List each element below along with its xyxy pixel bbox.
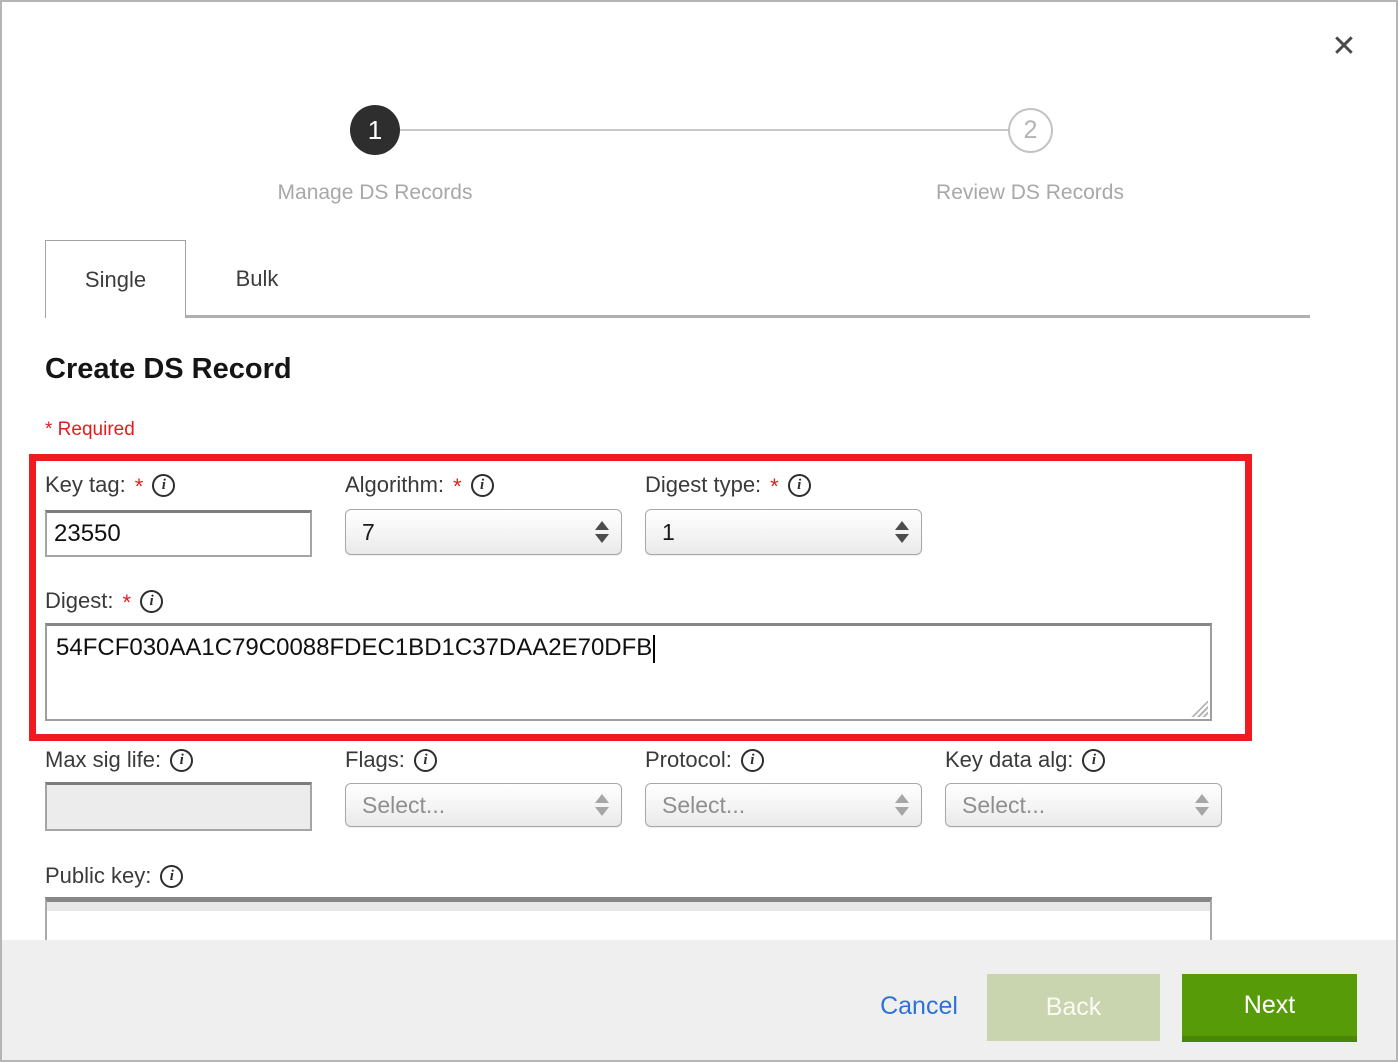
key-tag-label-row: Key tag: * i	[45, 471, 175, 499]
select-stepper-icon	[895, 521, 909, 543]
info-icon[interactable]: i	[471, 474, 494, 497]
info-icon[interactable]: i	[1082, 749, 1105, 772]
required-asterisk: *	[122, 590, 131, 616]
step-2-label: Review DS Records	[870, 181, 1190, 205]
max-sig-life-input[interactable]	[45, 782, 312, 831]
info-icon[interactable]: i	[741, 749, 764, 772]
info-icon[interactable]: i	[414, 749, 437, 772]
info-icon[interactable]: i	[788, 474, 811, 497]
key-data-alg-select[interactable]: Select...	[945, 783, 1222, 827]
flags-selected-value: Select...	[346, 792, 445, 819]
back-button[interactable]: Back	[987, 974, 1160, 1041]
algorithm-select[interactable]: 7	[345, 509, 622, 555]
digest-type-label: Digest type:	[645, 472, 761, 498]
next-button[interactable]: Next	[1182, 974, 1357, 1042]
public-key-label: Public key:	[45, 863, 151, 889]
digest-label-row: Digest: * i	[45, 587, 163, 615]
protocol-label: Protocol:	[645, 747, 732, 773]
flags-label-row: Flags: i	[345, 746, 437, 774]
public-key-label-row: Public key: i	[45, 862, 183, 890]
step-2-indicator: 2	[1008, 108, 1053, 153]
info-icon[interactable]: i	[152, 474, 175, 497]
key-data-alg-label-row: Key data alg: i	[945, 746, 1105, 774]
required-asterisk: *	[770, 474, 779, 500]
text-caret	[653, 635, 655, 663]
required-note: * Required	[45, 419, 135, 441]
select-stepper-icon	[595, 794, 609, 816]
select-stepper-icon	[1195, 794, 1209, 816]
close-icon[interactable]: ✕	[1320, 22, 1368, 70]
cancel-button[interactable]: Cancel	[854, 992, 984, 1021]
create-ds-record-dialog: ✕ 1 2 Manage DS Records Review DS Record…	[0, 0, 1398, 1062]
digest-value: 54FCF030AA1C79C0088FDEC1BD1C37DAA2E70DFB	[56, 634, 652, 661]
tab-single[interactable]: Single	[45, 240, 186, 318]
step-1-label: Manage DS Records	[215, 181, 535, 205]
step-connector-line	[400, 129, 1010, 131]
select-stepper-icon	[895, 794, 909, 816]
digest-textarea[interactable]: 54FCF030AA1C79C0088FDEC1BD1C37DAA2E70DFB	[45, 623, 1212, 721]
page-title: Create DS Record	[45, 353, 292, 386]
key-data-alg-label: Key data alg:	[945, 747, 1073, 773]
digest-type-selected-value: 1	[646, 519, 675, 546]
step-1-indicator: 1	[350, 105, 400, 155]
required-asterisk: *	[135, 474, 144, 500]
max-sig-life-label: Max sig life:	[45, 747, 161, 773]
resize-grip-icon[interactable]	[1191, 700, 1208, 717]
required-asterisk: *	[453, 474, 462, 500]
dialog-footer: Cancel Back Next	[2, 940, 1396, 1062]
tab-bulk[interactable]: Bulk	[187, 240, 327, 318]
algorithm-selected-value: 7	[346, 519, 375, 546]
key-tag-input[interactable]	[45, 510, 312, 557]
protocol-select[interactable]: Select...	[645, 783, 922, 827]
protocol-selected-value: Select...	[646, 792, 745, 819]
algorithm-label: Algorithm:	[345, 472, 444, 498]
info-icon[interactable]: i	[140, 590, 163, 613]
protocol-label-row: Protocol: i	[645, 746, 764, 774]
flags-label: Flags:	[345, 747, 405, 773]
max-sig-life-label-row: Max sig life: i	[45, 746, 193, 774]
digest-label: Digest:	[45, 588, 113, 614]
public-key-textarea[interactable]	[45, 897, 1212, 940]
key-data-alg-selected-value: Select...	[946, 792, 1045, 819]
digest-type-label-row: Digest type: * i	[645, 471, 811, 499]
digest-type-select[interactable]: 1	[645, 509, 922, 555]
info-icon[interactable]: i	[170, 749, 193, 772]
algorithm-label-row: Algorithm: * i	[345, 471, 494, 499]
select-stepper-icon	[595, 521, 609, 543]
info-icon[interactable]: i	[160, 865, 183, 888]
flags-select[interactable]: Select...	[345, 783, 622, 827]
key-tag-label: Key tag:	[45, 472, 126, 498]
